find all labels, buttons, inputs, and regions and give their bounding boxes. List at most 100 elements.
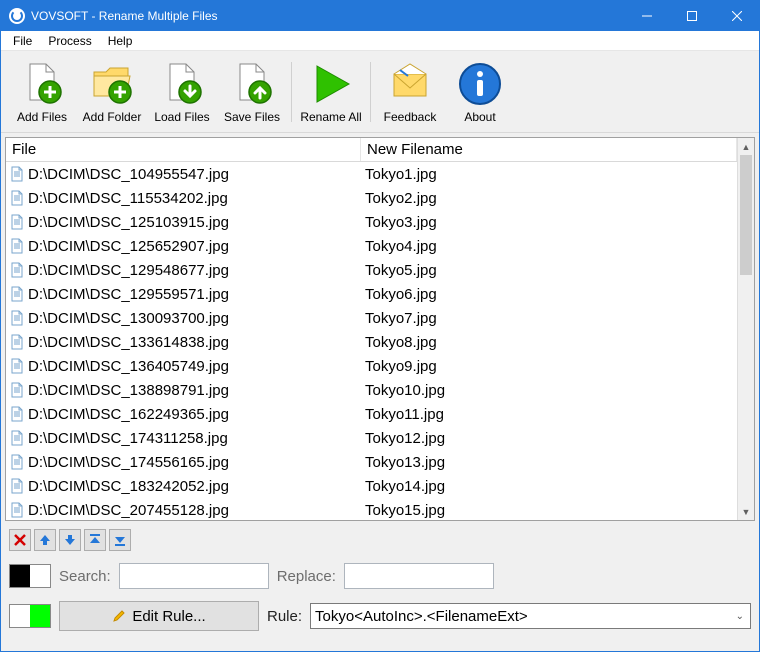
about-button[interactable]: About <box>445 53 515 131</box>
scroll-up-arrow-icon[interactable]: ▲ <box>738 138 754 155</box>
search-color-swatch[interactable] <box>9 564 51 588</box>
move-top-button[interactable] <box>84 529 106 551</box>
table-row[interactable]: D:\DCIM\DSC_136405749.jpgTokyo9.jpg <box>6 354 737 378</box>
toolbar-separator <box>370 62 371 122</box>
scroll-thumb[interactable] <box>740 155 752 275</box>
move-bottom-button[interactable] <box>109 529 131 551</box>
file-path: D:\DCIM\DSC_125103915.jpg <box>28 214 229 231</box>
table-row[interactable]: D:\DCIM\DSC_162249365.jpgTokyo11.jpg <box>6 402 737 426</box>
file-icon <box>10 454 24 470</box>
file-icon <box>10 430 24 446</box>
file-path: D:\DCIM\DSC_125652907.jpg <box>28 238 229 255</box>
x-icon <box>13 533 27 547</box>
file-list: File New Filename D:\DCIM\DSC_104955547.… <box>5 137 755 521</box>
envelope-icon <box>386 60 434 108</box>
file-path: D:\DCIM\DSC_129559571.jpg <box>28 286 229 303</box>
load-files-label: Load Files <box>154 110 209 124</box>
add-files-label: Add Files <box>17 110 67 124</box>
file-icon <box>10 382 24 398</box>
table-row[interactable]: D:\DCIM\DSC_129548677.jpgTokyo5.jpg <box>6 258 737 282</box>
file-icon <box>10 190 24 206</box>
file-icon <box>10 502 24 518</box>
move-up-button[interactable] <box>34 529 56 551</box>
rule-value: Tokyo<AutoInc>.<FilenameExt> <box>315 608 528 625</box>
file-icon <box>10 238 24 254</box>
file-path: D:\DCIM\DSC_174311258.jpg <box>28 430 228 447</box>
titlebar: VOVSOFT - Rename Multiple Files <box>1 1 759 31</box>
rule-color-swatch[interactable] <box>9 604 51 628</box>
file-icon <box>10 286 24 302</box>
table-row[interactable]: D:\DCIM\DSC_174311258.jpgTokyo12.jpg <box>6 426 737 450</box>
load-files-button[interactable]: Load Files <box>147 53 217 131</box>
column-header-file[interactable]: File <box>6 138 361 161</box>
list-header: File New Filename <box>6 138 737 162</box>
file-icon <box>10 478 24 494</box>
file-path: D:\DCIM\DSC_130093700.jpg <box>28 310 229 327</box>
file-icon <box>10 406 24 422</box>
rename-all-label: Rename All <box>300 110 361 124</box>
save-files-label: Save Files <box>224 110 280 124</box>
new-filename: Tokyo4.jpg <box>365 238 437 255</box>
table-row[interactable]: D:\DCIM\DSC_133614838.jpgTokyo8.jpg <box>6 330 737 354</box>
close-button[interactable] <box>714 1 759 31</box>
delete-button[interactable] <box>9 529 31 551</box>
table-row[interactable]: D:\DCIM\DSC_129559571.jpgTokyo6.jpg <box>6 282 737 306</box>
table-row[interactable]: D:\DCIM\DSC_104955547.jpg Tokyo1.jpg <box>6 162 737 186</box>
maximize-button[interactable] <box>669 1 714 31</box>
file-path: D:\DCIM\DSC_104955547.jpg <box>28 166 229 183</box>
table-row[interactable]: D:\DCIM\DSC_174556165.jpgTokyo13.jpg <box>6 450 737 474</box>
file-path: D:\DCIM\DSC_183242052.jpg <box>28 478 229 495</box>
table-row[interactable]: D:\DCIM\DSC_125103915.jpg Tokyo3.jpg <box>6 210 737 234</box>
vertical-scrollbar[interactable]: ▲ ▼ <box>737 138 754 520</box>
bottom-panel: Search: Replace: Edit Rule... Rule: Toky… <box>1 525 759 651</box>
replace-input[interactable] <box>344 563 494 589</box>
new-filename: Tokyo11.jpg <box>365 406 444 423</box>
search-input[interactable] <box>119 563 269 589</box>
new-filename: Tokyo1.jpg <box>365 166 437 183</box>
new-filename: Tokyo10.jpg <box>365 382 445 399</box>
scroll-down-arrow-icon[interactable]: ▼ <box>738 503 754 520</box>
rename-all-button[interactable]: Rename All <box>296 53 366 131</box>
file-icon <box>10 358 24 374</box>
table-row[interactable]: D:\DCIM\DSC_207455128.jpgTokyo15.jpg <box>6 498 737 520</box>
window-title: VOVSOFT - Rename Multiple Files <box>31 9 624 23</box>
minimize-button[interactable] <box>624 1 669 31</box>
list-action-buttons <box>9 529 751 551</box>
file-icon <box>10 214 24 230</box>
rule-label: Rule: <box>267 608 302 625</box>
toolbar-separator <box>291 62 292 122</box>
file-path: D:\DCIM\DSC_136405749.jpg <box>28 358 229 375</box>
table-row[interactable]: D:\DCIM\DSC_130093700.jpgTokyo7.jpg <box>6 306 737 330</box>
search-label: Search: <box>59 568 111 585</box>
table-row[interactable]: D:\DCIM\DSC_125652907.jpg Tokyo4.jpg <box>6 234 737 258</box>
add-folder-button[interactable]: Add Folder <box>77 53 147 131</box>
move-down-button[interactable] <box>59 529 81 551</box>
file-download-icon <box>158 60 206 108</box>
menu-process[interactable]: Process <box>40 32 99 50</box>
file-path: D:\DCIM\DSC_207455128.jpg <box>28 502 229 519</box>
new-filename: Tokyo3.jpg <box>365 214 437 231</box>
menubar: File Process Help <box>1 31 759 51</box>
edit-rule-button[interactable]: Edit Rule... <box>59 601 259 631</box>
table-row[interactable]: D:\DCIM\DSC_138898791.jpg Tokyo10.jpg <box>6 378 737 402</box>
file-path: D:\DCIM\DSC_138898791.jpg <box>28 382 229 399</box>
info-icon <box>456 60 504 108</box>
feedback-label: Feedback <box>384 110 437 124</box>
file-icon <box>10 262 24 278</box>
replace-label: Replace: <box>277 568 336 585</box>
app-icon <box>9 8 25 24</box>
feedback-button[interactable]: Feedback <box>375 53 445 131</box>
column-header-newname[interactable]: New Filename <box>361 138 737 161</box>
file-path: D:\DCIM\DSC_174556165.jpg <box>28 454 229 471</box>
file-icon <box>10 310 24 326</box>
play-icon <box>307 60 355 108</box>
save-files-button[interactable]: Save Files <box>217 53 287 131</box>
arrow-down-icon <box>63 533 77 547</box>
rule-combobox[interactable]: Tokyo<AutoInc>.<FilenameExt> ⌄ <box>310 603 751 629</box>
menu-help[interactable]: Help <box>100 32 141 50</box>
file-path: D:\DCIM\DSC_133614838.jpg <box>28 334 229 351</box>
menu-file[interactable]: File <box>5 32 40 50</box>
table-row[interactable]: D:\DCIM\DSC_183242052.jpgTokyo14.jpg <box>6 474 737 498</box>
add-files-button[interactable]: Add Files <box>7 53 77 131</box>
table-row[interactable]: D:\DCIM\DSC_115534202.jpgTokyo2.jpg <box>6 186 737 210</box>
